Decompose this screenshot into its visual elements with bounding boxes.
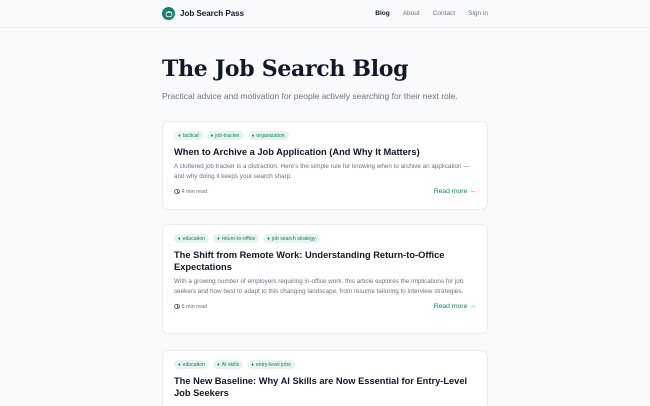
tag[interactable]: ♦ job search strategy [263, 234, 320, 243]
brand-name: Job Search Pass [180, 9, 245, 18]
tag-label: job-tracker [215, 132, 240, 139]
tag-label: job search strategy [271, 235, 316, 242]
tag-icon: ♦ [251, 361, 254, 368]
read-more-link[interactable]: Read more → [434, 188, 476, 195]
read-time: 4 min read [174, 189, 207, 195]
page-subtitle: Practical advice and motivation for peop… [162, 91, 458, 101]
tag-list: ♦ education ♦ AI skills ♦ entry-level jobs [174, 360, 476, 369]
tag-icon: ♦ [178, 132, 181, 139]
post-title[interactable]: The Shift from Remote Work: Understandin… [174, 249, 476, 273]
nav-link-about[interactable]: About [403, 10, 420, 17]
briefcase-icon [162, 7, 175, 20]
tag-icon: ♦ [178, 235, 181, 242]
post-meta: 4 min read Read more → [174, 188, 476, 195]
tag-icon: ♦ [267, 235, 270, 242]
tag-label: organization [256, 132, 285, 139]
post-card[interactable]: ♦ tactical ♦ job-tracker ♦ organization Whe… [162, 121, 488, 210]
read-time-label: 4 min read [181, 188, 207, 195]
tag-label: education [182, 235, 206, 242]
post-card[interactable]: ♦ education ♦ return-to-office ♦ job search… [162, 224, 488, 334]
tag-list: ♦ tactical ♦ job-tracker ♦ organization [174, 131, 476, 140]
tag-icon: ♦ [217, 361, 220, 368]
tag-list: ♦ education ♦ return-to-office ♦ job search… [174, 234, 476, 243]
clock-icon [174, 188, 180, 195]
read-time: 6 min read [174, 304, 207, 310]
tag-icon: ♦ [210, 132, 214, 139]
nav-link-blog[interactable]: Blog [375, 10, 389, 17]
nav-links: Blog About Contact Sign in [375, 10, 488, 17]
nav-link-sign-in[interactable]: Sign in [468, 10, 488, 17]
read-time-label: 6 min read [181, 303, 207, 310]
top-nav: Job Search Pass Blog About Contact Sign … [0, 0, 650, 28]
tag-label: entry-level jobs [255, 361, 291, 368]
tag-label: return-to-office [221, 235, 256, 242]
tag[interactable]: ♦ AI skills [213, 360, 244, 369]
tag-label: AI skills [221, 361, 240, 368]
brand[interactable]: Job Search Pass [162, 7, 244, 20]
tag[interactable]: ♦ return-to-office [213, 234, 260, 243]
tag-label: education [182, 361, 206, 368]
read-more-link[interactable]: Read more → [434, 303, 476, 310]
page-title: The Job Search Blog [162, 56, 409, 82]
tag[interactable]: ♦ tactical [174, 131, 203, 140]
tag[interactable]: ♦ organization [247, 131, 289, 140]
tag[interactable]: ♦ education [174, 360, 210, 369]
clock-icon [174, 303, 180, 310]
post-meta: 6 min read Read more → [174, 303, 476, 310]
post-card[interactable]: ♦ education ♦ AI skills ♦ entry-level jobs … [162, 350, 488, 406]
nav-link-contact[interactable]: Contact [433, 10, 455, 17]
tag-icon: ♦ [178, 361, 181, 368]
tag-icon: ♦ [251, 132, 255, 139]
post-title[interactable]: The New Baseline: Why AI Skills are Now … [174, 375, 476, 399]
tag[interactable]: ♦ entry-level jobs [247, 360, 295, 369]
post-description: With a growing number of employers requi… [174, 278, 464, 295]
tag-label: tactical [182, 132, 199, 139]
tag-icon: ♦ [217, 235, 220, 242]
tag[interactable]: ♦ job-tracker [206, 131, 244, 140]
main-content: The Job Search Blog Practical advice and… [162, 28, 488, 406]
post-title[interactable]: When to Archive a Job Application (And W… [174, 146, 476, 158]
tag[interactable]: ♦ education [174, 234, 210, 243]
post-description: A cluttered job tracker is a distraction… [174, 163, 470, 180]
